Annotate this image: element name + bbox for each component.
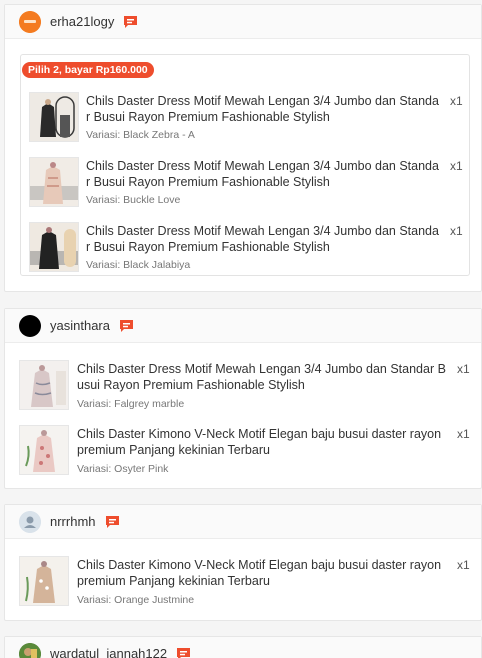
product-thumbnail[interactable]	[19, 360, 69, 410]
product-variant: Variasi: Black Zebra - A	[86, 129, 195, 141]
order-item[interactable]: Chils Daster Kimono V-Neck Motif Elegan …	[19, 425, 479, 477]
seller-header: nrrrhmh	[5, 505, 481, 539]
seller-avatar[interactable]	[19, 510, 41, 533]
product-thumbnail[interactable]	[29, 157, 79, 207]
order-item[interactable]: Chils Daster Dress Motif Mewah Lengan 3/…	[19, 360, 479, 412]
quantity: x1	[457, 427, 470, 441]
seller-avatar[interactable]	[19, 314, 41, 337]
product-name[interactable]: Chils Daster Dress Motif Mewah Lengan 3/…	[77, 361, 455, 393]
product-name[interactable]: Chils Daster Dress Motif Mewah Lengan 3/…	[86, 158, 446, 190]
chat-icon[interactable]	[176, 647, 191, 658]
seller-card: yasinthara Chils Daster Dress Motif Mewa…	[4, 308, 482, 489]
user-icon	[19, 510, 41, 533]
quantity: x1	[457, 362, 470, 376]
chat-icon[interactable]	[105, 515, 120, 529]
seller-username[interactable]: nrrrhmh	[50, 514, 96, 529]
seller-header: erha21logy	[5, 5, 481, 39]
product-thumbnail[interactable]	[19, 425, 69, 475]
product-variant: Variasi: Buckle Love	[86, 194, 181, 206]
product-name[interactable]: Chils Daster Dress Motif Mewah Lengan 3/…	[86, 223, 446, 255]
product-variant: Variasi: Black Jalabiya	[86, 259, 191, 271]
seller-header: yasinthara	[5, 309, 481, 343]
seller-username[interactable]: erha21logy	[50, 14, 114, 29]
seller-header: wardatul_jannah122	[5, 637, 481, 658]
product-thumbnail[interactable]	[29, 92, 79, 142]
product-name[interactable]: Chils Daster Dress Motif Mewah Lengan 3/…	[86, 93, 446, 125]
order-item[interactable]: Chils Daster Dress Motif Mewah Lengan 3/…	[29, 222, 469, 276]
seller-avatar[interactable]	[19, 10, 41, 33]
chat-icon[interactable]	[123, 15, 138, 29]
product-variant: Variasi: Osyter Pink	[77, 463, 169, 475]
quantity: x1	[450, 224, 463, 238]
seller-card: erha21logy Pilih 2, bayar Rp160.000 Chil…	[4, 4, 482, 292]
quantity: x1	[457, 558, 470, 572]
seller-username[interactable]: wardatul_jannah122	[50, 646, 167, 658]
order-item[interactable]: Chils Daster Dress Motif Mewah Lengan 3/…	[29, 92, 469, 146]
product-thumbnail[interactable]	[19, 556, 69, 606]
bundle-deal-box: Pilih 2, bayar Rp160.000 Chils Daster Dr…	[20, 54, 470, 276]
promo-badge[interactable]: Pilih 2, bayar Rp160.000	[22, 62, 154, 78]
chat-icon[interactable]	[119, 319, 134, 333]
order-item[interactable]: Chils Daster Kimono V-Neck Motif Elegan …	[19, 556, 479, 608]
product-variant: Variasi: Falgrey marble	[77, 398, 185, 410]
product-name[interactable]: Chils Daster Kimono V-Neck Motif Elegan …	[77, 426, 455, 458]
avatar-photo-icon	[19, 642, 41, 658]
product-name[interactable]: Chils Daster Kimono V-Neck Motif Elegan …	[77, 557, 455, 589]
quantity: x1	[450, 159, 463, 173]
logo-icon	[19, 10, 41, 33]
product-variant: Variasi: Orange Justmine	[77, 594, 195, 606]
seller-username[interactable]: yasinthara	[50, 318, 110, 333]
seller-avatar[interactable]	[19, 642, 41, 658]
seller-card: nrrrhmh Chils Daster Kimono V-Neck Motif…	[4, 504, 482, 621]
quantity: x1	[450, 94, 463, 108]
product-thumbnail[interactable]	[29, 222, 79, 272]
seller-card: wardatul_jannah122	[4, 636, 482, 658]
order-item[interactable]: Chils Daster Dress Motif Mewah Lengan 3/…	[29, 157, 469, 211]
